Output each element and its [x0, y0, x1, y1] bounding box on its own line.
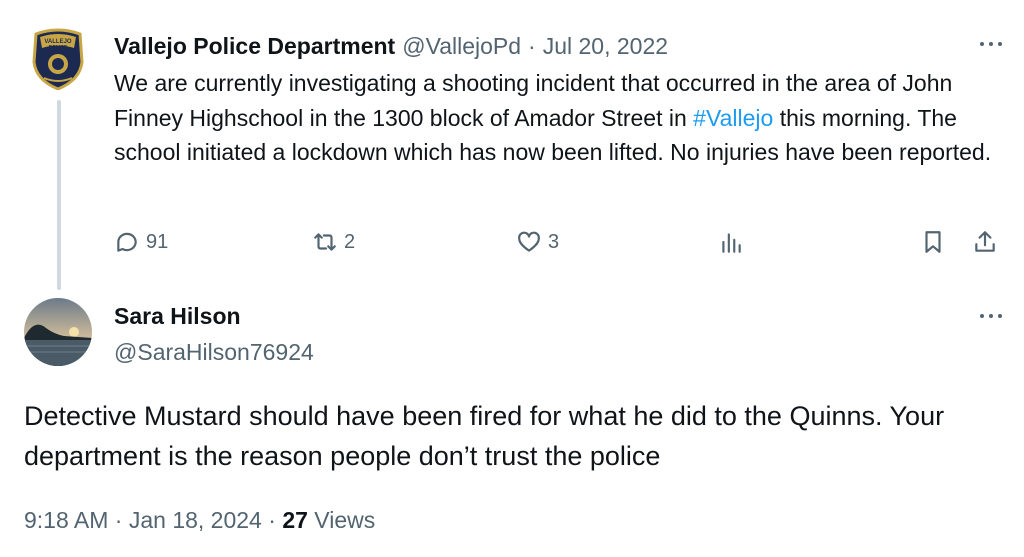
- heart-icon: [518, 231, 540, 252]
- parent-tweet-header: Vallejo Police Department @VallejoPd · J…: [114, 30, 668, 62]
- police-badge-icon: VALLEJO POLICE: [32, 28, 84, 91]
- repost-count: 2: [344, 230, 356, 253]
- views-count[interactable]: 27: [282, 507, 308, 533]
- repost-button[interactable]: 2: [312, 222, 355, 262]
- reply-count: 91: [146, 230, 169, 253]
- share-button[interactable]: [972, 222, 998, 262]
- repost-icon: [314, 233, 336, 251]
- reply-author-avatar[interactable]: [24, 298, 92, 366]
- reply-more-options-icon[interactable]: [976, 306, 1006, 326]
- parent-author-name[interactable]: Vallejo Police Department: [114, 33, 395, 60]
- parent-meta-separator: ·: [528, 32, 536, 59]
- reply-tweet-footer: 9:18 AM · Jan 18, 2024 · 27 Views: [24, 504, 375, 536]
- hashtag-link[interactable]: #Vallejo: [693, 105, 773, 131]
- parent-author-handle[interactable]: @VallejoPd: [402, 33, 521, 60]
- like-count: 3: [548, 230, 560, 253]
- reply-date[interactable]: Jan 18, 2024: [129, 507, 262, 533]
- reply-icon: [117, 232, 137, 252]
- parent-tweet-text: We are currently investigating a shootin…: [114, 66, 1004, 170]
- footer-separator-1: ·: [114, 507, 123, 533]
- reply-author-handle[interactable]: @SaraHilson76924: [114, 336, 314, 368]
- police-badge-avatar[interactable]: VALLEJO POLICE: [30, 28, 86, 91]
- bookmark-button[interactable]: [920, 222, 946, 262]
- parent-action-bar: 91 2 3: [114, 222, 1004, 262]
- bookmark-icon: [925, 231, 941, 253]
- sunset-landscape-avatar: [24, 298, 92, 366]
- parent-tweet-date[interactable]: Jul 20, 2022: [543, 33, 668, 60]
- footer-separator-2: ·: [268, 507, 276, 533]
- share-icon: [975, 231, 995, 252]
- reply-button[interactable]: 91: [114, 222, 168, 262]
- views-button[interactable]: [718, 222, 744, 262]
- parent-more-options-icon[interactable]: [976, 34, 1006, 54]
- reply-tweet-text: Detective Mustard should have been fired…: [24, 401, 945, 471]
- analytics-icon: [722, 233, 741, 253]
- svg-text:POLICE: POLICE: [49, 45, 68, 51]
- thread-connector-line: [57, 100, 61, 290]
- views-label: Views: [314, 507, 376, 533]
- like-button[interactable]: 3: [516, 222, 559, 262]
- reply-time[interactable]: 9:18 AM: [24, 507, 108, 533]
- reply-author-name[interactable]: Sara Hilson: [114, 300, 241, 332]
